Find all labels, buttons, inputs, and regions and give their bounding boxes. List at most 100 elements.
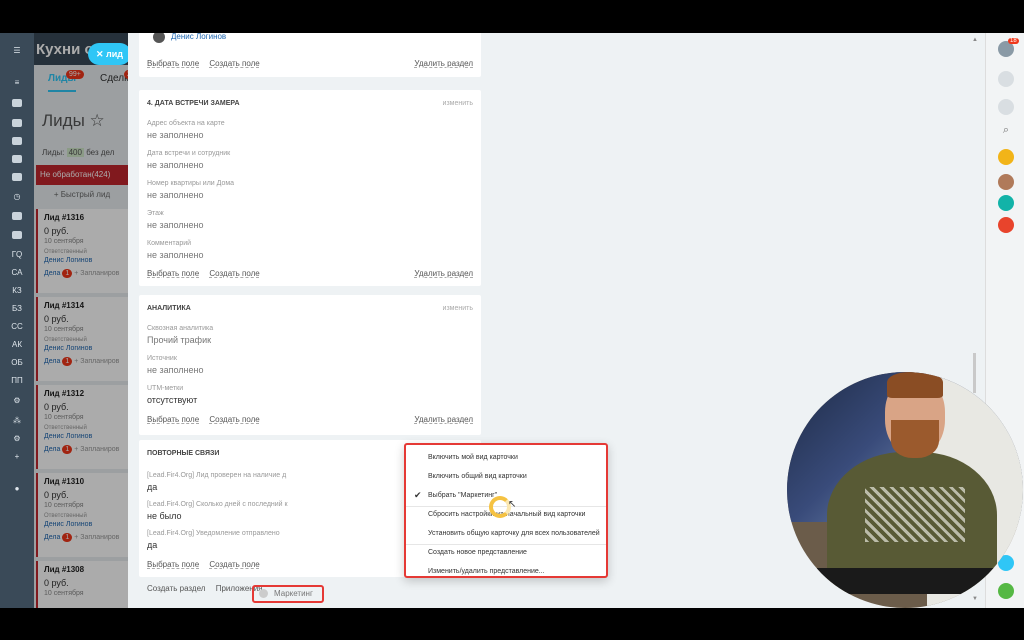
chat-bubble-icon[interactable] [998, 99, 1014, 115]
section-footer: Выбрать поле Создать поле Удалить раздел [147, 269, 473, 278]
rail-item-6[interactable]: ОБ [0, 355, 34, 371]
view-selector-button[interactable]: Маркетинг [252, 585, 324, 603]
cam-person-hair [887, 372, 943, 398]
menu-item-create-view[interactable]: Создать новое представление [428, 549, 527, 556]
avatar-icon[interactable]: ● [0, 481, 34, 497]
search-chip-text: лид [106, 49, 124, 59]
groups-icon[interactable] [0, 151, 34, 167]
field-label: Дата встречи и сотрудник [147, 150, 231, 157]
window-icon[interactable] [0, 208, 34, 224]
menu-divider [406, 544, 606, 545]
menu-item-my-view[interactable]: Включить мой вид карточки [428, 454, 518, 461]
field-value[interactable]: да [147, 482, 157, 492]
cam-shirt-print [865, 487, 965, 542]
create-field-link[interactable]: Создать поле [209, 269, 259, 278]
create-field-link[interactable]: Создать поле [209, 415, 259, 424]
field-label: Этаж [147, 210, 164, 217]
field-label: Сквозная аналитика [147, 325, 214, 332]
section-footer: Выбрать поле Создать поле Удалить раздел [147, 59, 473, 68]
delete-section-link[interactable]: Удалить раздел [414, 415, 473, 424]
scroll-up-icon[interactable]: ▲ [972, 37, 978, 43]
field-label: Источник [147, 355, 177, 362]
search-icon[interactable]: ⌕ [998, 124, 1014, 140]
card-section-top: Денис Логинов Выбрать поле Создать поле … [139, 33, 481, 77]
bell-icon[interactable] [998, 71, 1014, 87]
field-value[interactable]: не заполнено [147, 160, 204, 170]
person-icon [259, 589, 268, 598]
field-label: Адрес объекта на карте [147, 120, 225, 127]
contact-avatar-3[interactable] [998, 195, 1014, 211]
rail-item-7[interactable]: ПП [0, 373, 34, 389]
field-label: UTM-метки [147, 385, 184, 392]
choose-field-link[interactable]: Выбрать поле [147, 269, 199, 278]
card-section-measure-date: 4. Дата встречи замера изменить Адрес об… [139, 90, 481, 286]
calendar-icon[interactable] [0, 133, 34, 149]
menu-icon[interactable]: ☰ [0, 43, 34, 59]
contact-avatar-1[interactable] [998, 149, 1014, 165]
view-selector-label: Маркетинг [274, 589, 313, 598]
rail-item-1[interactable]: СА [0, 265, 34, 281]
field-label: Комментарий [147, 240, 192, 247]
notify-badge: 18 [1008, 38, 1019, 44]
field-value[interactable]: да [147, 540, 157, 550]
mouse-cursor-icon: ↖ [508, 499, 517, 510]
gear-icon[interactable]: ⚙ [0, 431, 34, 447]
field-label: [Lead.Fir4.Org] Сколько дней с последний… [147, 501, 288, 508]
filter-icon[interactable]: ≡ [0, 75, 34, 91]
field-value[interactable]: не заполнено [147, 220, 204, 230]
image-icon[interactable] [0, 227, 34, 243]
menu-item-edit-view[interactable]: Изменить/удалить представление... [428, 568, 545, 575]
rail-item-2[interactable]: КЗ [0, 283, 34, 299]
section-title: Повторные связи [147, 450, 220, 457]
card-section-analytics: Аналитика изменить Сквозная аналитика Пр… [139, 295, 481, 435]
delete-section-link[interactable]: Удалить раздел [414, 269, 473, 278]
rail-item-4[interactable]: СС [0, 319, 34, 335]
top-person[interactable]: Денис Логинов [171, 33, 226, 41]
check-icon: ✔ [414, 490, 422, 500]
field-value[interactable]: не заполнено [147, 190, 204, 200]
menu-item-common-view[interactable]: Включить общий вид карточки [428, 473, 527, 480]
field-value[interactable]: не заполнено [147, 250, 204, 260]
clock-icon[interactable]: ◷ [0, 189, 34, 205]
delete-section-link[interactable]: Удалить раздел [414, 59, 473, 68]
menu-item-select-marketing[interactable]: Выбрать "Маркетинг" [428, 492, 497, 499]
settings-icon[interactable]: ⚙ [0, 393, 34, 409]
rail-item-5[interactable]: АК [0, 337, 34, 353]
create-field-link[interactable]: Создать поле [209, 560, 259, 569]
crm-leads-board: Кухни он Лиды 99+ Сделки 2 Лиды ☆ Лиды: … [34, 33, 128, 608]
create-field-link[interactable]: Создать поле [209, 59, 259, 68]
menu-item-set-common-for-all[interactable]: Установить общую карточку для всех польз… [428, 530, 600, 537]
section-title: Аналитика [147, 305, 191, 312]
field-value[interactable]: не было [147, 511, 181, 521]
section-edit-link[interactable]: изменить [443, 305, 473, 312]
contact-avatar-4[interactable] [998, 217, 1014, 233]
contact-avatar-2[interactable] [998, 174, 1014, 190]
video-frame: ☰ ≡ ◷ ГQ СА КЗ БЗ СС АК ОБ ПП ⚙ ⁂ ⚙ + ● … [0, 0, 1024, 640]
sitemap-icon[interactable]: ⁂ [0, 413, 34, 429]
rail-item-3[interactable]: БЗ [0, 301, 34, 317]
field-value[interactable]: не заполнено [147, 130, 204, 140]
field-label: [Lead.Fir4.Org] Уведомление отправлено [147, 530, 280, 537]
create-section-link[interactable]: Создать раздел [147, 584, 205, 593]
cam-person-beard [891, 420, 939, 458]
field-value[interactable]: Прочий трафик [147, 335, 211, 345]
avatar [153, 33, 165, 43]
tasks-icon[interactable] [0, 95, 34, 111]
section-footer: Выбрать поле Создать поле Удалить раздел [147, 415, 473, 424]
rail-item-0[interactable]: ГQ [0, 247, 34, 263]
webcam-overlay [787, 372, 1023, 608]
field-value[interactable]: не заполнено [147, 365, 204, 375]
search-chip[interactable]: ✕ лид [88, 43, 132, 65]
cart-icon[interactable] [0, 169, 34, 185]
field-label: [Lead.Fir4.Org] Лид проверен на наличие … [147, 472, 287, 479]
section-title: 4. Дата встречи замера [147, 100, 240, 107]
chat-icon[interactable] [0, 115, 34, 131]
choose-field-link[interactable]: Выбрать поле [147, 415, 199, 424]
field-value[interactable]: отсутствуют [147, 395, 197, 405]
add-icon[interactable]: + [0, 449, 34, 465]
overlay-dim [34, 33, 128, 608]
choose-field-link[interactable]: Выбрать поле [147, 560, 199, 569]
field-label: Номер квартиры или Дома [147, 180, 235, 187]
choose-field-link[interactable]: Выбрать поле [147, 59, 199, 68]
section-edit-link[interactable]: изменить [443, 100, 473, 107]
